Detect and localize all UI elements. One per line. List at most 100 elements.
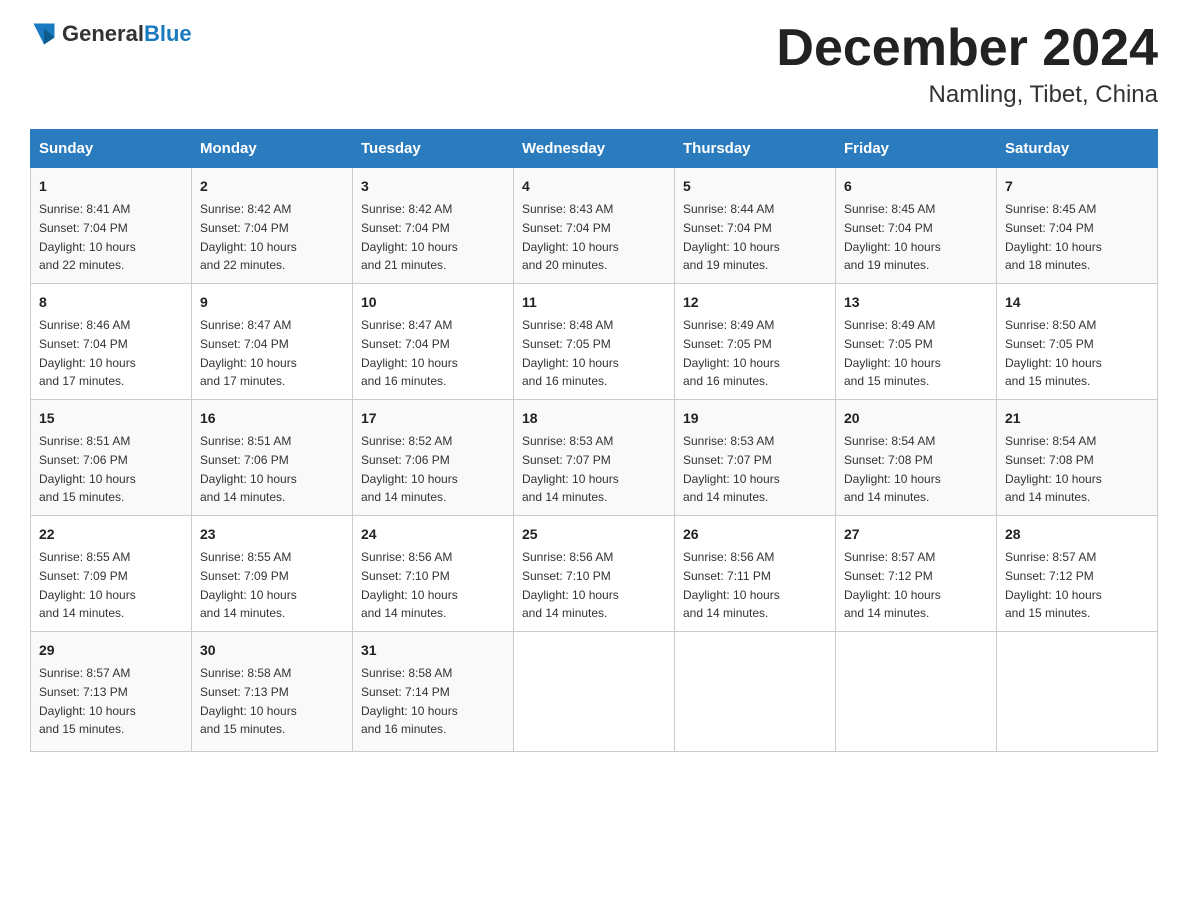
day-info: Sunrise: 8:58 AMSunset: 7:13 PMDaylight:… — [200, 666, 297, 736]
table-row — [836, 632, 997, 752]
col-thursday: Thursday — [675, 130, 836, 168]
calendar-week-row: 22 Sunrise: 8:55 AMSunset: 7:09 PMDayligh… — [31, 516, 1158, 632]
day-info: Sunrise: 8:55 AMSunset: 7:09 PMDaylight:… — [200, 550, 297, 620]
table-row: 16 Sunrise: 8:51 AMSunset: 7:06 PMDayligh… — [192, 400, 353, 516]
day-info: Sunrise: 8:49 AMSunset: 7:05 PMDaylight:… — [844, 318, 941, 388]
table-row: 2 Sunrise: 8:42 AMSunset: 7:04 PMDaylight… — [192, 168, 353, 284]
table-row — [675, 632, 836, 752]
day-info: Sunrise: 8:51 AMSunset: 7:06 PMDaylight:… — [200, 434, 297, 504]
day-number: 22 — [39, 524, 183, 545]
table-row: 31Sunrise: 8:58 AMSunset: 7:14 PMDayligh… — [353, 632, 514, 752]
calendar-table: Sunday Monday Tuesday Wednesday Thursday… — [30, 129, 1158, 752]
month-title: December 2024 — [776, 20, 1158, 77]
table-row: 13Sunrise: 8:49 AMSunset: 7:05 PMDayligh… — [836, 284, 997, 400]
day-number: 12 — [683, 292, 827, 313]
day-number: 20 — [844, 408, 988, 429]
table-row: 21 Sunrise: 8:54 AMSunset: 7:08 PMDayligh… — [997, 400, 1158, 516]
table-row: 20 Sunrise: 8:54 AMSunset: 7:08 PMDayligh… — [836, 400, 997, 516]
day-number: 21 — [1005, 408, 1149, 429]
table-row: 7 Sunrise: 8:45 AMSunset: 7:04 PMDaylight… — [997, 168, 1158, 284]
day-number: 15 — [39, 408, 183, 429]
day-number: 8 — [39, 292, 183, 313]
day-info: Sunrise: 8:52 AMSunset: 7:06 PMDaylight:… — [361, 434, 458, 504]
calendar-week-row: 15 Sunrise: 8:51 AMSunset: 7:06 PMDayligh… — [31, 400, 1158, 516]
day-info: Sunrise: 8:53 AMSunset: 7:07 PMDaylight:… — [522, 434, 619, 504]
day-number: 29 — [39, 640, 183, 661]
table-row: 29 Sunrise: 8:57 AMSunset: 7:13 PMDayligh… — [31, 632, 192, 752]
logo: GeneralBlue — [30, 20, 192, 48]
day-number: 30 — [200, 640, 344, 661]
day-number: 4 — [522, 176, 666, 197]
table-row — [514, 632, 675, 752]
day-info: Sunrise: 8:53 AMSunset: 7:07 PMDaylight:… — [683, 434, 780, 504]
day-info: Sunrise: 8:54 AMSunset: 7:08 PMDaylight:… — [844, 434, 941, 504]
col-tuesday: Tuesday — [353, 130, 514, 168]
day-number: 11 — [522, 292, 666, 313]
day-info: Sunrise: 8:42 AMSunset: 7:04 PMDaylight:… — [200, 202, 297, 272]
day-number: 28 — [1005, 524, 1149, 545]
day-info: Sunrise: 8:41 AMSunset: 7:04 PMDaylight:… — [39, 202, 136, 272]
day-number: 16 — [200, 408, 344, 429]
day-info: Sunrise: 8:56 AMSunset: 7:10 PMDaylight:… — [522, 550, 619, 620]
col-wednesday: Wednesday — [514, 130, 675, 168]
day-number: 10 — [361, 292, 505, 313]
table-row: 24 Sunrise: 8:56 AMSunset: 7:10 PMDayligh… — [353, 516, 514, 632]
table-row: 1Sunrise: 8:41 AMSunset: 7:04 PMDaylight… — [31, 168, 192, 284]
day-info: Sunrise: 8:55 AMSunset: 7:09 PMDaylight:… — [39, 550, 136, 620]
day-info: Sunrise: 8:44 AMSunset: 7:04 PMDaylight:… — [683, 202, 780, 272]
col-saturday: Saturday — [997, 130, 1158, 168]
logo-general-text: General — [62, 21, 144, 46]
table-row: 9 Sunrise: 8:47 AMSunset: 7:04 PMDaylight… — [192, 284, 353, 400]
table-row: 28Sunrise: 8:57 AMSunset: 7:12 PMDayligh… — [997, 516, 1158, 632]
table-row: 17 Sunrise: 8:52 AMSunset: 7:06 PMDayligh… — [353, 400, 514, 516]
table-row: 11 Sunrise: 8:48 AMSunset: 7:05 PMDayligh… — [514, 284, 675, 400]
day-info: Sunrise: 8:56 AMSunset: 7:10 PMDaylight:… — [361, 550, 458, 620]
day-info: Sunrise: 8:45 AMSunset: 7:04 PMDaylight:… — [844, 202, 941, 272]
day-number: 19 — [683, 408, 827, 429]
table-row: 23Sunrise: 8:55 AMSunset: 7:09 PMDayligh… — [192, 516, 353, 632]
day-info: Sunrise: 8:57 AMSunset: 7:12 PMDaylight:… — [844, 550, 941, 620]
table-row: 22 Sunrise: 8:55 AMSunset: 7:09 PMDayligh… — [31, 516, 192, 632]
col-sunday: Sunday — [31, 130, 192, 168]
table-row: 3 Sunrise: 8:42 AMSunset: 7:04 PMDaylight… — [353, 168, 514, 284]
day-info: Sunrise: 8:47 AMSunset: 7:04 PMDaylight:… — [200, 318, 297, 388]
table-row: 10Sunrise: 8:47 AMSunset: 7:04 PMDayligh… — [353, 284, 514, 400]
logo-blue-text: Blue — [144, 21, 192, 46]
day-number: 27 — [844, 524, 988, 545]
day-number: 17 — [361, 408, 505, 429]
day-info: Sunrise: 8:57 AMSunset: 7:13 PMDaylight:… — [39, 666, 136, 736]
day-number: 7 — [1005, 176, 1149, 197]
day-number: 3 — [361, 176, 505, 197]
table-row: 26Sunrise: 8:56 AMSunset: 7:11 PMDayligh… — [675, 516, 836, 632]
title-block: December 2024 Namling, Tibet, China — [776, 20, 1158, 109]
logo-icon — [30, 20, 58, 48]
col-monday: Monday — [192, 130, 353, 168]
day-number: 24 — [361, 524, 505, 545]
day-number: 2 — [200, 176, 344, 197]
table-row: 18 Sunrise: 8:53 AMSunset: 7:07 PMDayligh… — [514, 400, 675, 516]
day-info: Sunrise: 8:51 AMSunset: 7:06 PMDaylight:… — [39, 434, 136, 504]
table-row: 14Sunrise: 8:50 AMSunset: 7:05 PMDayligh… — [997, 284, 1158, 400]
day-number: 9 — [200, 292, 344, 313]
table-row: 12Sunrise: 8:49 AMSunset: 7:05 PMDayligh… — [675, 284, 836, 400]
table-row: 27 Sunrise: 8:57 AMSunset: 7:12 PMDayligh… — [836, 516, 997, 632]
table-row — [997, 632, 1158, 752]
page-header: GeneralBlue December 2024 Namling, Tibet… — [30, 20, 1158, 109]
calendar-header-row: Sunday Monday Tuesday Wednesday Thursday… — [31, 130, 1158, 168]
col-friday: Friday — [836, 130, 997, 168]
day-info: Sunrise: 8:46 AMSunset: 7:04 PMDaylight:… — [39, 318, 136, 388]
day-number: 18 — [522, 408, 666, 429]
day-info: Sunrise: 8:56 AMSunset: 7:11 PMDaylight:… — [683, 550, 780, 620]
table-row: 15 Sunrise: 8:51 AMSunset: 7:06 PMDayligh… — [31, 400, 192, 516]
day-number: 6 — [844, 176, 988, 197]
day-info: Sunrise: 8:42 AMSunset: 7:04 PMDaylight:… — [361, 202, 458, 272]
calendar-week-row: 8 Sunrise: 8:46 AMSunset: 7:04 PMDaylight… — [31, 284, 1158, 400]
day-info: Sunrise: 8:48 AMSunset: 7:05 PMDaylight:… — [522, 318, 619, 388]
day-info: Sunrise: 8:54 AMSunset: 7:08 PMDaylight:… — [1005, 434, 1102, 504]
day-number: 5 — [683, 176, 827, 197]
day-number: 25 — [522, 524, 666, 545]
day-number: 31 — [361, 640, 505, 661]
day-number: 14 — [1005, 292, 1149, 313]
location-title: Namling, Tibet, China — [776, 81, 1158, 109]
day-info: Sunrise: 8:45 AMSunset: 7:04 PMDaylight:… — [1005, 202, 1102, 272]
